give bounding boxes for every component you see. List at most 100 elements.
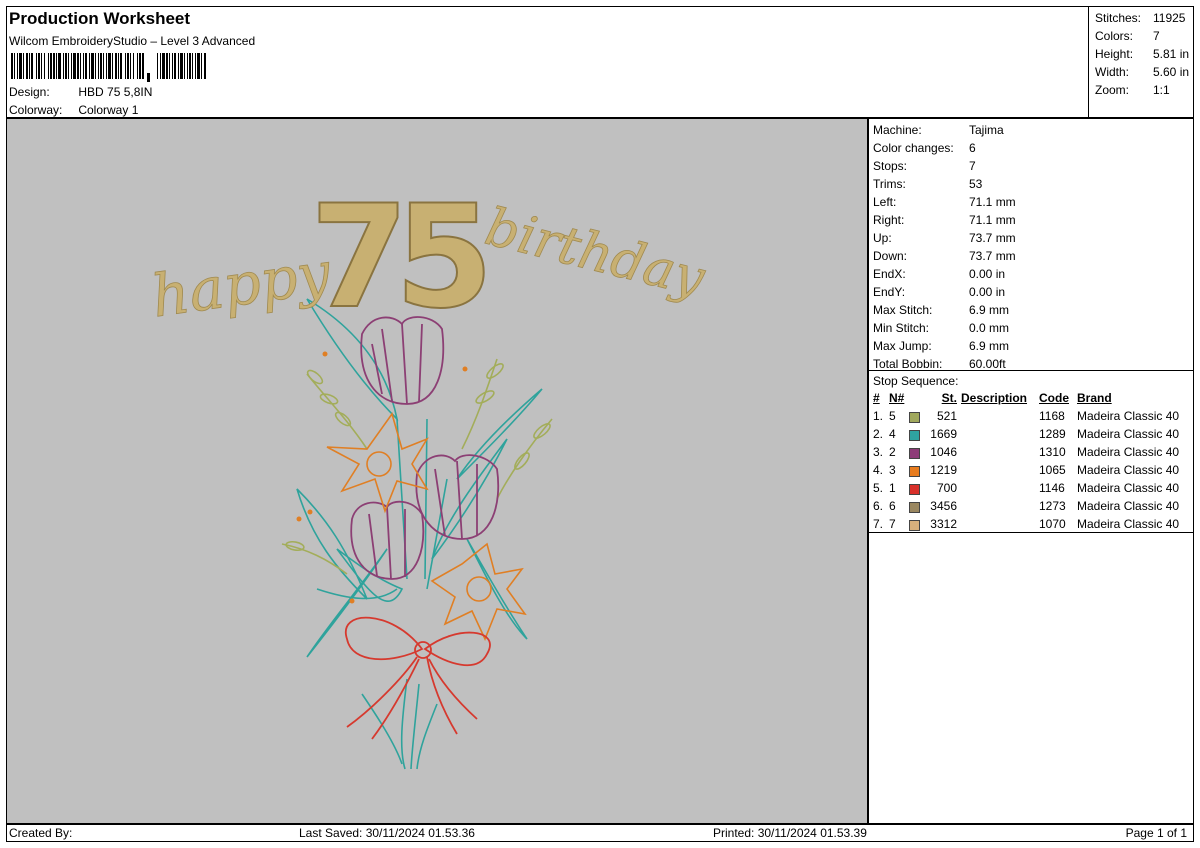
software-subtitle: Wilcom EmbroideryStudio – Level 3 Advanc…	[9, 34, 256, 48]
summary-row: Zoom: 1:1	[1095, 81, 1193, 99]
stitch-count-value: 700	[936, 481, 957, 495]
design-preview[interactable]: happy 75 birthday	[6, 118, 868, 824]
stitch-count-value: 1219	[930, 463, 957, 477]
stitch-count-value: 1669	[930, 427, 957, 441]
stop-sequence-table: # N# St. Description Code Brand 1. 5 521 11…	[873, 389, 1179, 533]
col-description: Description	[961, 391, 1028, 405]
thread-code: 1310	[1039, 445, 1066, 459]
machine-label: Up:	[873, 231, 892, 245]
machine-value: 71.1 mm	[969, 213, 1016, 227]
thread-brand: Madeira Classic 40	[1077, 499, 1180, 513]
design-value: HBD 75 5,8IN	[78, 85, 153, 99]
last-saved: Last Saved: 30/11/2024 01.53.36	[299, 826, 475, 840]
worksheet-footer: Created By: Last Saved: 30/11/2024 01.53…	[6, 824, 1194, 842]
table-row: 5. 1 700 1146 Madeira Classic 40	[873, 479, 1179, 497]
machine-row: Max Jump: 6.9 mm	[873, 337, 1193, 355]
col-brand: Brand	[1077, 391, 1112, 405]
thread-color-swatch	[909, 520, 920, 531]
machine-value: 0.00 in	[969, 267, 1006, 281]
stitch-count: 3312	[909, 515, 961, 533]
col-number: #	[873, 391, 880, 405]
machine-label: Max Jump:	[873, 339, 932, 353]
production-worksheet: Production Worksheet Wilcom EmbroiderySt…	[0, 0, 1200, 848]
table-row: 7. 7 3312 1070 Madeira Classic 40	[873, 515, 1179, 533]
stop-sequence-title: Stop Sequence:	[873, 374, 959, 388]
machine-row: Min Stitch: 0.0 mm	[873, 319, 1193, 337]
machine-row: Up: 73.7 mm	[873, 229, 1193, 247]
needle-number: 2	[889, 445, 896, 459]
machine-value: 7	[969, 159, 976, 173]
machine-row: EndX: 0.00 in	[873, 265, 1193, 283]
stitch-count: 1219	[909, 461, 961, 479]
thread-code: 1146	[1039, 481, 1065, 495]
thread-brand: Madeira Classic 40	[1077, 517, 1180, 531]
printed-date: Printed: 30/11/2024 01.53.39	[713, 826, 867, 840]
thread-description	[961, 479, 1039, 497]
design-label: Design:	[9, 85, 50, 99]
table-header-row: # N# St. Description Code Brand	[873, 389, 1179, 407]
thread-color-swatch	[909, 448, 920, 459]
table-row: 1. 5 521 1168 Madeira Classic 40	[873, 407, 1179, 425]
machine-row: Right: 71.1 mm	[873, 211, 1193, 229]
summary-label: Height:	[1095, 47, 1134, 61]
machine-value: 60.00ft	[969, 357, 1006, 371]
machine-label: Total Bobbin:	[873, 357, 943, 371]
stop-number: 3.	[873, 445, 884, 459]
thread-color-swatch	[909, 502, 920, 513]
colorway-label: Colorway:	[9, 103, 63, 117]
machine-value: 6.9 mm	[969, 303, 1010, 317]
machine-label: Color changes:	[873, 141, 954, 155]
worksheet-side-panel: Machine: Tajima Color changes: 6 Stops: 7 T…	[868, 118, 1194, 824]
thread-code: 1065	[1039, 463, 1066, 477]
thread-brand: Madeira Classic 40	[1077, 463, 1180, 477]
thread-code: 1168	[1039, 409, 1065, 423]
summary-value: 1:1	[1153, 83, 1170, 97]
machine-label: Right:	[873, 213, 905, 227]
thread-code: 1070	[1039, 517, 1066, 531]
stitch-count-value: 3312	[930, 517, 957, 531]
machine-row: Machine: Tajima	[873, 121, 1193, 139]
stop-number: 4.	[873, 463, 884, 477]
needle-number: 1	[889, 481, 896, 495]
worksheet-header: Production Worksheet Wilcom EmbroiderySt…	[6, 6, 1088, 118]
machine-row: Trims: 53	[873, 175, 1193, 193]
col-needle: N#	[889, 391, 905, 405]
thread-color-swatch	[909, 466, 920, 477]
needle-number: 4	[889, 427, 896, 441]
table-row: 4. 3 1219 1065 Madeira Classic 40	[873, 461, 1179, 479]
thread-description	[961, 407, 1039, 425]
thread-description	[961, 515, 1039, 533]
thread-description	[961, 425, 1039, 443]
machine-row: Max Stitch: 6.9 mm	[873, 301, 1193, 319]
design-summary: Stitches: 11925 Colors: 7 Height: 5.81 in W…	[1088, 6, 1194, 118]
machine-label: EndY:	[873, 285, 906, 299]
machine-row: Color changes: 6	[873, 139, 1193, 157]
needle-number: 3	[889, 463, 896, 477]
machine-value: 73.7 mm	[969, 231, 1016, 245]
needle-number: 5	[889, 409, 896, 423]
happy-text: happy	[148, 238, 336, 330]
needle-number: 6	[889, 499, 896, 513]
bow-artwork	[344, 616, 491, 740]
stop-number: 6.	[873, 499, 884, 513]
machine-label: Min Stitch:	[873, 321, 930, 335]
summary-value: 5.81 in	[1153, 47, 1190, 61]
table-row: 2. 4 1669 1289 Madeira Classic 40	[873, 425, 1179, 443]
thread-description	[961, 497, 1039, 515]
machine-value: 73.7 mm	[969, 249, 1016, 263]
summary-value: 11925	[1153, 11, 1186, 25]
stitch-count-value: 3456	[930, 499, 957, 513]
thread-brand: Madeira Classic 40	[1077, 445, 1180, 459]
stitch-count-value: 1046	[930, 445, 957, 459]
col-code: Code	[1039, 391, 1069, 405]
thread-description	[961, 461, 1039, 479]
machine-value: 0.0 mm	[969, 321, 1010, 335]
table-row: 6. 6 3456 1273 Madeira Classic 40	[873, 497, 1179, 515]
thread-code: 1289	[1039, 427, 1066, 441]
machine-value: 0.00 in	[969, 285, 1006, 299]
machine-value: 6.9 mm	[969, 339, 1010, 353]
stitch-count: 700	[909, 479, 961, 497]
thread-color-swatch	[909, 484, 920, 495]
created-by: Created By:	[9, 826, 73, 840]
machine-label: Max Stitch:	[873, 303, 933, 317]
